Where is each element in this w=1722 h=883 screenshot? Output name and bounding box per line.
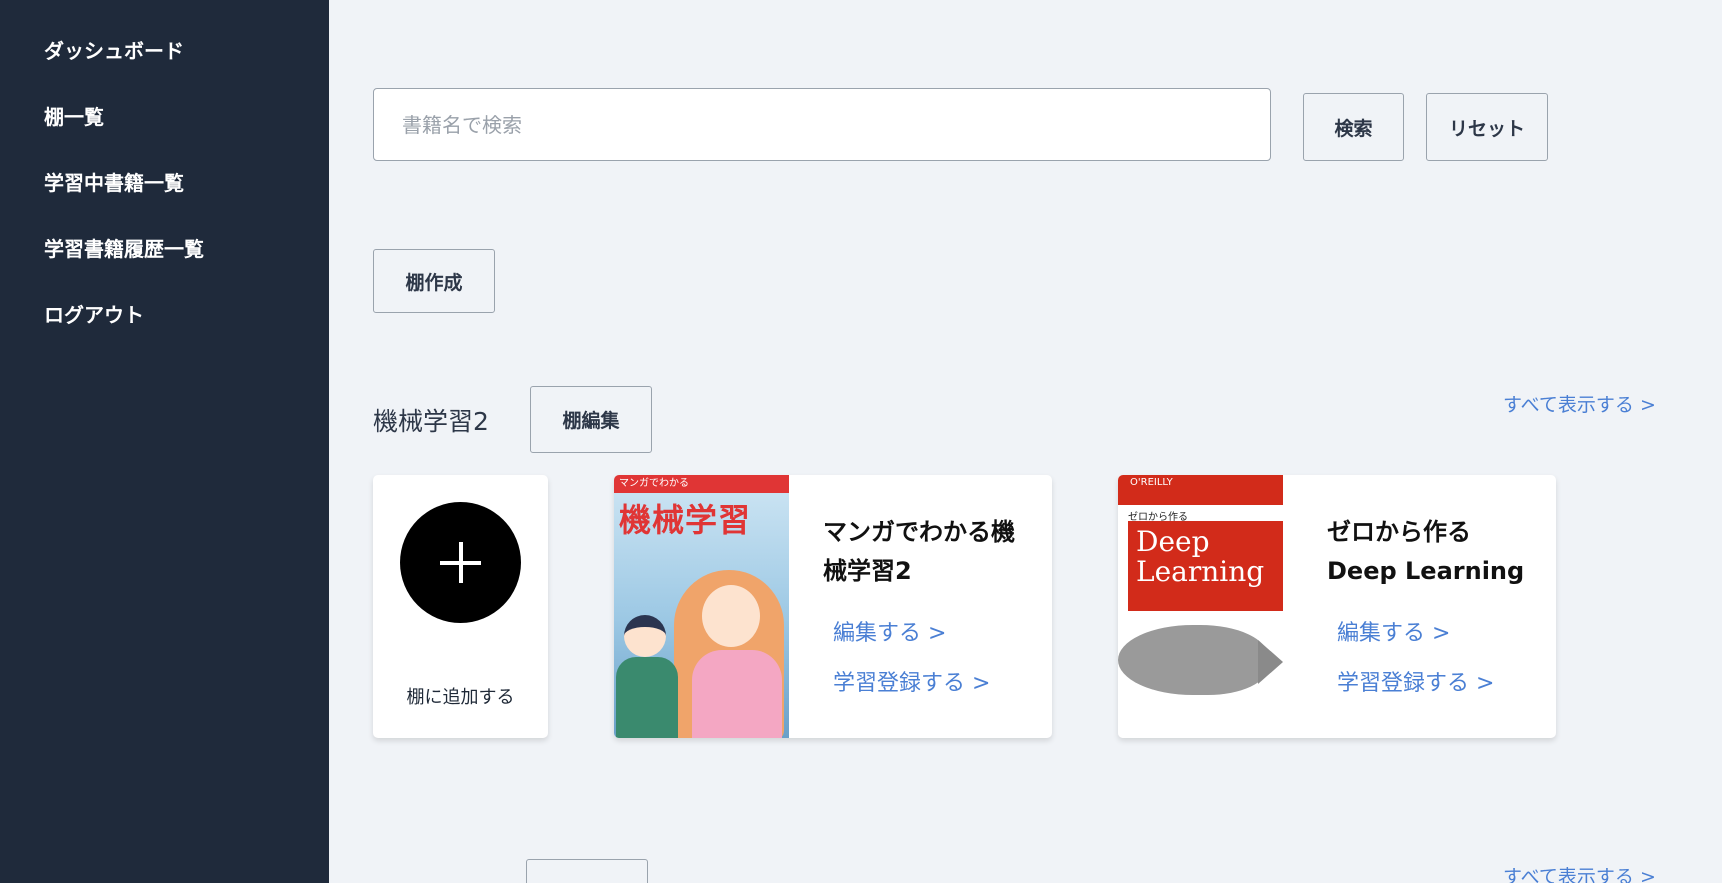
reset-button[interactable]: リセット: [1426, 93, 1548, 161]
cover-publisher-logo: O'REILLY: [1118, 475, 1283, 505]
sidebar-item-logout[interactable]: ログアウト: [44, 299, 144, 328]
book-card: O'REILLY ゼロから作る Deep Learning ゼロから作る Dee…: [1118, 475, 1556, 738]
view-all-link[interactable]: すべて表示する >: [1503, 862, 1656, 883]
register-study-link[interactable]: 学習登録する >: [833, 665, 990, 697]
cover-title: Deep Learning: [1136, 525, 1265, 588]
cover-illustration-boy: [624, 615, 666, 657]
sidebar-item-dashboard[interactable]: ダッシュボード: [44, 35, 184, 64]
book-card: マンガでわかる 機械学習 マンガでわかる機械学習2 編集する > 学習登録する …: [614, 475, 1052, 738]
cover-series-label: マンガでわかる: [614, 475, 789, 493]
cover-illustration-face: [702, 585, 760, 647]
search-button[interactable]: 検索: [1303, 93, 1404, 161]
book-title: マンガでわかる機械学習2: [823, 518, 1015, 585]
cover-fish-tail: [1258, 640, 1283, 684]
cover-illustration-boy-body: [616, 657, 678, 738]
edit-shelf-button[interactable]: 棚編集: [530, 386, 652, 453]
sidebar: ダッシュボード 棚一覧 学習中書籍一覧 学習書籍履歴一覧 ログアウト: [0, 0, 329, 883]
cover-illustration-coat: [692, 650, 782, 738]
main-content: 検索 リセット 棚作成 機械学習2 棚編集 すべて表示する > 棚に追加する マ…: [329, 0, 1722, 883]
add-to-shelf-label: 棚に追加する: [406, 687, 515, 708]
create-shelf-button[interactable]: 棚作成: [373, 249, 495, 313]
view-all-link[interactable]: すべて表示する >: [1503, 390, 1656, 417]
cover-title: 機械学習: [619, 501, 752, 539]
edit-shelf-button[interactable]: [526, 859, 648, 883]
sidebar-item-shelves[interactable]: 棚一覧: [44, 101, 104, 130]
search-input[interactable]: [373, 88, 1271, 161]
edit-book-link[interactable]: 編集する >: [833, 615, 946, 647]
shelf-title: 機械学習2: [373, 407, 489, 436]
book-cover-image: O'REILLY ゼロから作る Deep Learning: [1118, 475, 1293, 738]
plus-icon: [400, 502, 521, 623]
edit-book-link[interactable]: 編集する >: [1337, 615, 1450, 647]
sidebar-item-studying-books[interactable]: 学習中書籍一覧: [44, 167, 184, 196]
cover-fish-illustration: [1118, 625, 1268, 695]
add-to-shelf-card[interactable]: 棚に追加する: [373, 475, 548, 738]
sidebar-item-study-history[interactable]: 学習書籍履歴一覧: [44, 233, 204, 262]
book-title: ゼロから作る Deep Learning: [1327, 518, 1525, 585]
book-cover-image: マンガでわかる 機械学習: [614, 475, 789, 738]
cover-title-box: Deep Learning: [1128, 521, 1283, 611]
register-study-link[interactable]: 学習登録する >: [1337, 665, 1494, 697]
